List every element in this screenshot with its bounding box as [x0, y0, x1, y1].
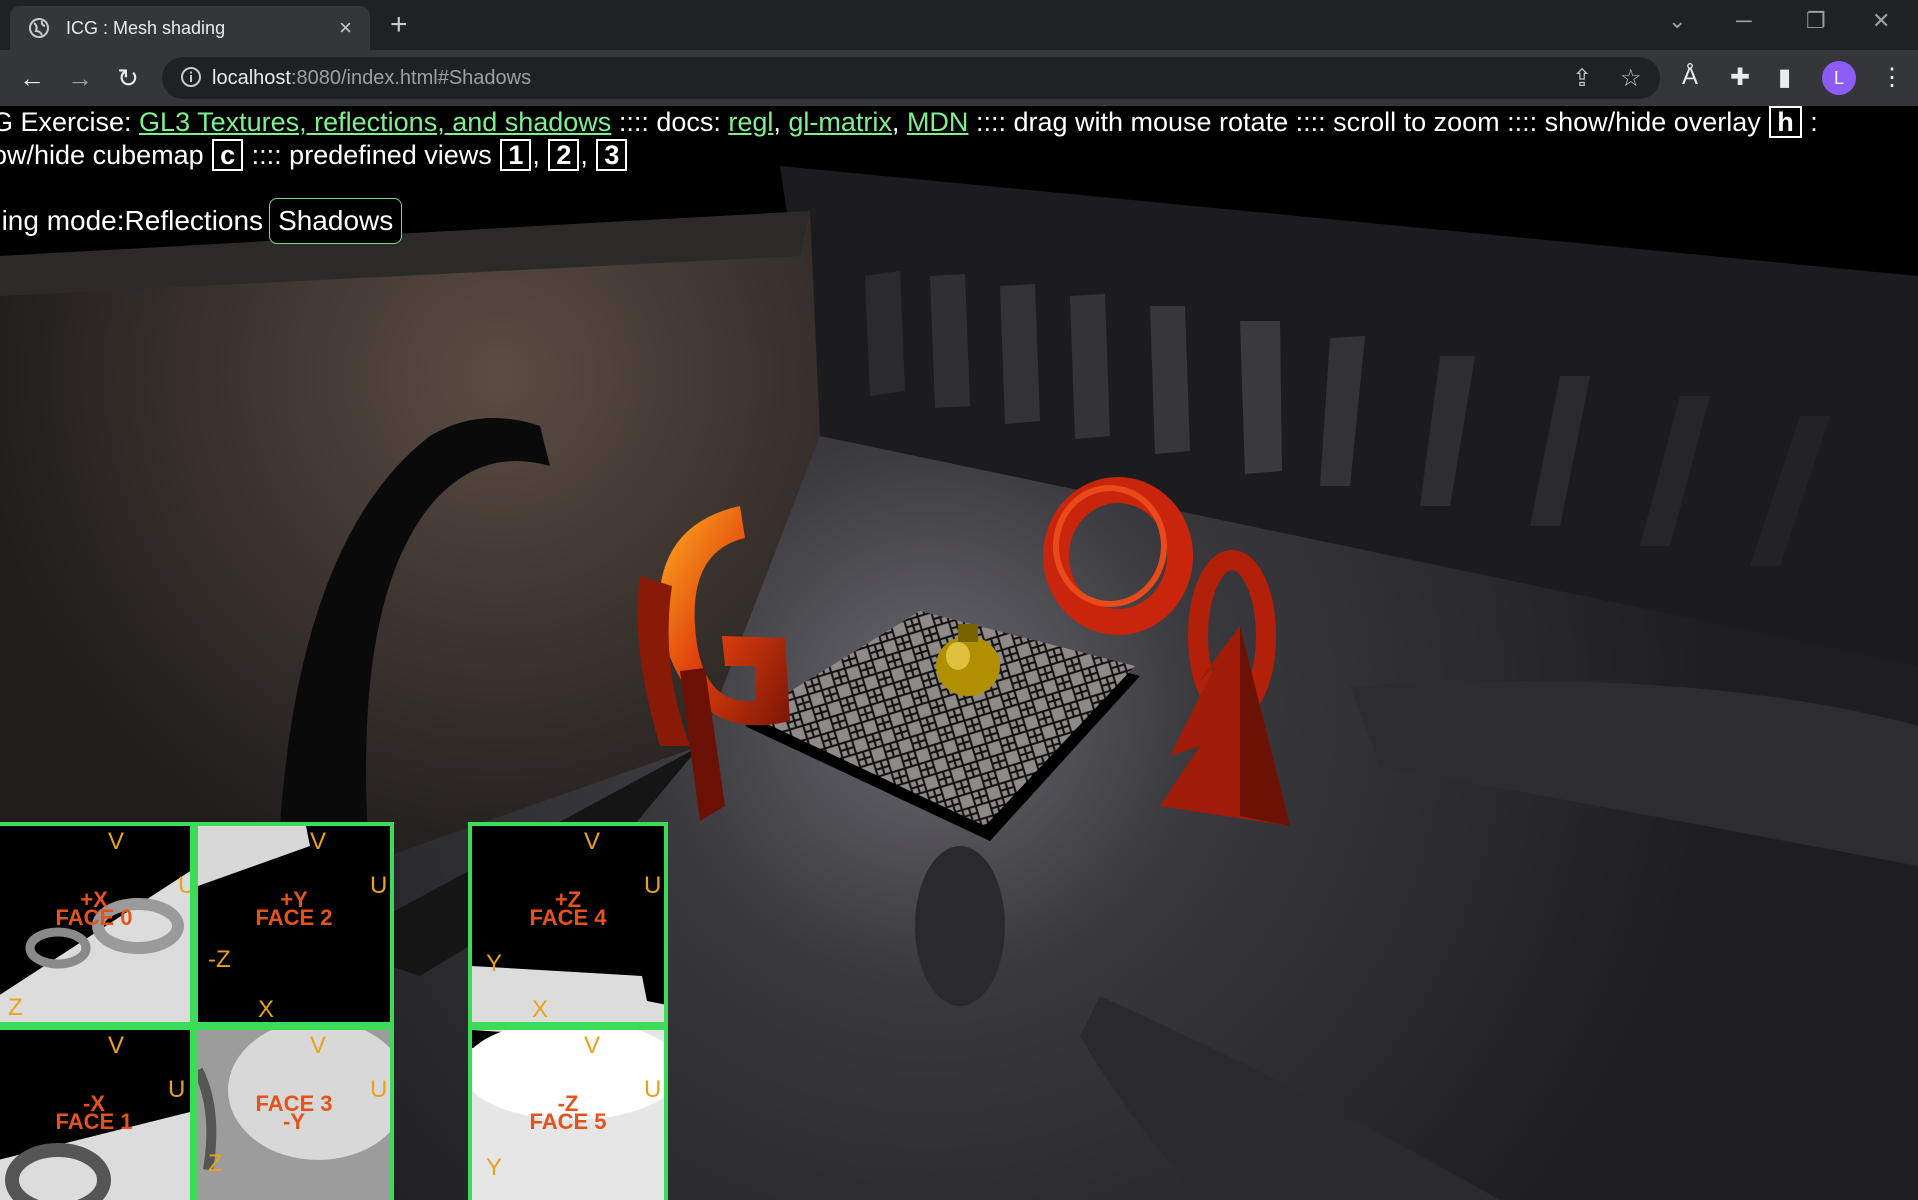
axis-u: U [644, 1076, 662, 1103]
extensions-icon[interactable]: ✚ [1730, 63, 1750, 92]
info-icon[interactable] [180, 66, 202, 88]
address-bar[interactable]: localhost:8080/index.html#Shadows ⇪ ☆ [162, 57, 1660, 99]
axis-v: V [310, 828, 327, 855]
cubemap-toggle-label: ow/hide cubemap [0, 140, 212, 170]
cubemap-face-4: +Z FACE 4 V U Y X [468, 822, 668, 1026]
cubemap-overlay: +X FACE 0 V U Z +Y FACE 2 V U -Z X +Z FA… [0, 822, 744, 1200]
axis-b1: -Z [208, 946, 231, 973]
reflections-button[interactable]: Reflections [125, 199, 264, 243]
side-panel-icon[interactable]: ▮ [1778, 63, 1791, 92]
browser-tab[interactable]: ICG : Mesh shading × [10, 6, 370, 50]
url-path: :8080/index.html#Shadows [290, 67, 532, 89]
forward-arrow-icon[interactable]: → [64, 62, 96, 94]
axis-v: V [108, 1032, 125, 1059]
cubemap-face-0: +X FACE 0 V U Z [0, 822, 194, 1026]
restore-icon[interactable]: ❐ [1806, 8, 1826, 34]
gl-matrix-link[interactable]: gl-matrix [788, 107, 892, 137]
axis-b1: Y [486, 950, 503, 977]
url-text: localhost:8080/index.html#Shadows [212, 67, 531, 90]
help-overlay: G Exercise: GL3 Textures, reflections, a… [0, 106, 1918, 172]
key-view-3: 3 [596, 139, 628, 171]
star-icon[interactable]: ☆ [1620, 64, 1642, 93]
cubemap-face-1: -X FACE 1 V U [0, 1026, 194, 1200]
overlay-line-2: ow/hide cubemap c :::: predefined views … [0, 139, 1918, 172]
url-host: localhost [212, 67, 291, 89]
face-label: FACE 0 [55, 905, 133, 930]
overlay-line-1: G Exercise: GL3 Textures, reflections, a… [0, 106, 1918, 139]
read-aloud-icon[interactable]: Å [1682, 63, 1698, 91]
tab-title: ICG : Mesh shading [66, 18, 226, 38]
line-end: : [1802, 107, 1818, 137]
menu-icon[interactable]: ⋮ [1880, 63, 1904, 92]
shading-mode-selector: ding mode: ReflectionsShadows [0, 198, 403, 244]
cubemap-face-3: FACE 3 -Y V U Z [194, 1026, 394, 1200]
exercise-link[interactable]: GL3 Textures, reflections, and shadows [139, 107, 611, 137]
share-icon[interactable]: ⇪ [1572, 64, 1592, 93]
mdn-link[interactable]: MDN [907, 107, 969, 137]
axis-v: V [310, 1032, 327, 1059]
cubemap-face-5: -Z FACE 5 V U Y [468, 1026, 668, 1200]
axis-u: U [370, 1076, 388, 1103]
axis-b2: X [258, 996, 275, 1023]
avatar[interactable]: L [1822, 61, 1856, 95]
axis-b2: X [532, 996, 549, 1023]
controls-text: :::: drag with mouse rotate :::: scroll … [968, 107, 1769, 137]
shadows-button[interactable]: Shadows [269, 198, 403, 244]
axis-v: V [584, 828, 601, 855]
key-h: h [1769, 106, 1802, 138]
axis-b1: Y [486, 1154, 503, 1181]
face-label: -Y [283, 1109, 305, 1134]
close-icon[interactable]: × [339, 15, 352, 41]
reload-icon[interactable]: ↻ [112, 62, 144, 94]
face-label: FACE 1 [55, 1109, 133, 1134]
webgl-page: G Exercise: GL3 Textures, reflections, a… [0, 106, 1918, 1200]
globe-icon [29, 18, 49, 38]
key-view-1: 1 [500, 139, 532, 171]
axis-v: V [584, 1032, 601, 1059]
face-label: FACE 4 [529, 905, 607, 930]
plus-icon[interactable]: + [390, 8, 408, 42]
views-label: :::: predefined views [244, 140, 500, 170]
cubemap-face-2: +Y FACE 2 V U -Z X [194, 822, 394, 1026]
tab-strip: ICG : Mesh shading × + ⌄ ─ ❐ ✕ [0, 0, 1918, 50]
back-arrow-icon[interactable]: ← [16, 62, 48, 94]
face-label: FACE 5 [529, 1109, 607, 1134]
regl-link[interactable]: regl [728, 107, 773, 137]
browser-toolbar: ← → ↻ localhost:8080/index.html#Shadows … [0, 50, 1918, 106]
window-close-icon[interactable]: ✕ [1872, 8, 1890, 34]
axis-u: U [178, 872, 194, 899]
docs-label: :::: docs: [611, 107, 729, 137]
key-view-2: 2 [548, 139, 580, 171]
axis-b2: Z [8, 994, 23, 1021]
axis-b1: Z [208, 1150, 223, 1177]
chevron-down-icon[interactable]: ⌄ [1668, 8, 1686, 34]
key-c: c [212, 139, 244, 171]
axis-v: V [108, 828, 125, 855]
axis-u: U [644, 872, 662, 899]
shading-mode-label: ding mode: [0, 205, 125, 236]
axis-u: U [168, 1076, 186, 1103]
face-label: FACE 2 [255, 905, 333, 930]
axis-u: U [370, 872, 388, 899]
minimize-icon[interactable]: ─ [1736, 8, 1752, 34]
exercise-label: G Exercise: [0, 107, 140, 137]
